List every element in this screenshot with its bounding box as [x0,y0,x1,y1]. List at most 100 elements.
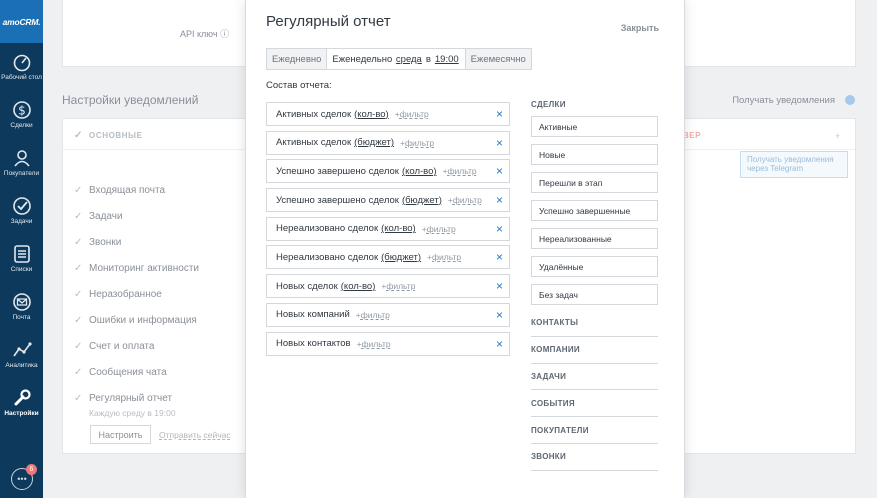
sidebar-item-analytics[interactable]: Аналитика [0,331,43,379]
send-now-link[interactable]: Отправить сейчас [159,430,231,440]
deal-chip[interactable]: Новые [531,144,658,165]
metric-select[interactable]: (кол-во) [341,281,376,292]
filter-link[interactable]: +фильтр [443,166,477,176]
notification-row[interactable]: ✓ Входящая почта [74,185,165,196]
row-label: Задачи [89,211,123,222]
telegram-hint[interactable]: Получать уведомления через Telegram [740,151,848,178]
deal-chip[interactable]: Без задач [531,284,658,305]
check-icon[interactable]: ✓ [74,289,89,300]
check-icon[interactable]: ✓ [74,130,89,141]
notifications-group-header: ✓ ОСНОВНЫЕ [74,130,143,141]
check-icon[interactable]: ✓ [74,237,89,248]
filter-link[interactable]: +фильтр [381,281,415,291]
deal-chip[interactable]: Активные [531,116,658,137]
plus-icon[interactable]: + [835,131,840,141]
setup-button[interactable]: Настроить [90,425,151,444]
sidebar-item-label: Рабочий стол [1,74,42,82]
remove-icon[interactable]: × [496,164,503,178]
notification-row[interactable]: ✓ Регулярный отчет [74,393,172,404]
remove-icon[interactable]: × [496,250,503,264]
deal-chip[interactable]: Удалённые [531,256,658,277]
check-icon[interactable]: ✓ [74,367,89,378]
remove-icon[interactable]: × [496,279,503,293]
weekly-in-label: в [425,53,431,65]
sidebar-item-lists[interactable]: Списки [0,235,43,283]
category-companies[interactable]: КОМПАНИИ [531,337,658,364]
notification-row[interactable]: ✓ Сообщения чата [74,367,167,378]
sidebar-item-deals[interactable]: $ Сделки [0,91,43,139]
metric-select[interactable]: (бюджет) [381,252,421,263]
customers-icon [13,150,30,167]
remove-icon[interactable]: × [496,107,503,121]
filter-link[interactable]: +фильтр [395,109,429,119]
chat-icon: ••• [17,474,27,484]
check-icon[interactable]: ✓ [74,341,89,352]
sidebar-item-settings[interactable]: Настройки [0,379,43,427]
report-item-label: Новых контактов [276,338,351,349]
regular-report-modal: Регулярный отчет Закрыть Ежедневно Ежене… [245,0,685,498]
metric-select[interactable]: (бюджет) [354,137,394,148]
modal-title: Регулярный отчет [266,13,391,30]
column-header-fragment: ВЕР [683,131,701,140]
sidebar: amoCRM. Рабочий стол $ Сделки Покупатели… [0,0,43,498]
check-icon[interactable]: ✓ [74,263,89,274]
metric-select[interactable]: (бюджет) [402,195,442,206]
remove-icon[interactable]: × [496,308,503,322]
report-item-label: Новых сделок [276,280,338,292]
notification-row[interactable]: ✓ Неразобранное [74,289,162,300]
report-item: Новых сделок (кол-во) +фильтр × [266,274,510,299]
remove-icon[interactable]: × [496,136,503,150]
category-calls[interactable]: ЗВОНКИ [531,444,658,471]
metric-select[interactable]: (кол-во) [402,166,437,177]
deal-chip[interactable]: Нереализованные [531,228,658,249]
filter-link[interactable]: +фильтр [400,138,434,148]
mail-icon [12,293,31,312]
filter-link[interactable]: +фильтр [356,310,390,320]
filter-link[interactable]: +фильтр [422,224,456,234]
notification-row[interactable]: ✓ Задачи [74,211,123,222]
available-items: СДЕЛКИ Активные Новые Перешли в этап Усп… [531,100,658,471]
sidebar-item-dashboard[interactable]: Рабочий стол [0,43,43,91]
receive-notifications-toggle[interactable] [845,95,855,105]
wrench-icon [14,389,31,406]
chat-button[interactable]: ••• 6 [11,464,37,490]
notification-row[interactable]: ✓ Звонки [74,237,121,248]
sidebar-item-label: Сделки [10,122,33,130]
deal-chip[interactable]: Перешли в этап [531,172,658,193]
metric-select[interactable]: (кол-во) [354,109,389,120]
sidebar-item-tasks[interactable]: Задачи [0,187,43,235]
filter-link[interactable]: +фильтр [427,252,461,262]
sidebar-item-mail[interactable]: Почта [0,283,43,331]
deals-category-title: СДЕЛКИ [531,100,566,109]
remove-icon[interactable]: × [496,337,503,351]
tab-daily[interactable]: Ежедневно [267,49,327,69]
close-button[interactable]: Закрыть [621,23,659,33]
check-icon[interactable]: ✓ [74,315,89,326]
api-key-label: API ключ ⓘ [180,29,230,39]
logo[interactable]: amoCRM. [0,0,43,43]
row-label: Счет и оплата [89,341,155,352]
deal-chip[interactable]: Успешно завершенные [531,200,658,221]
notification-row[interactable]: ✓ Мониторинг активности [74,263,199,274]
filter-link[interactable]: +фильтр [357,339,391,349]
remove-icon[interactable]: × [496,193,503,207]
check-icon[interactable]: ✓ [74,211,89,222]
time-select[interactable]: 19:00 [435,54,459,65]
category-contacts[interactable]: КОНТАКТЫ [531,310,658,337]
weekday-select[interactable]: среда [396,54,422,65]
category-customers[interactable]: ПОКУПАТЕЛИ [531,417,658,444]
remove-icon[interactable]: × [496,222,503,236]
category-events[interactable]: СОБЫТИЯ [531,390,658,418]
tab-weekly[interactable]: Еженедельно среда в 19:00 [326,49,466,69]
filter-link[interactable]: +фильтр [448,195,482,205]
report-item-label: Нереализовано сделок [276,251,379,263]
report-item-label: Успешно завершено сделок [276,165,399,177]
metric-select[interactable]: (кол-во) [381,223,416,234]
notification-row[interactable]: ✓ Ошибки и информация [74,315,197,326]
category-tasks[interactable]: ЗАДАЧИ [531,364,658,391]
sidebar-item-customers[interactable]: Покупатели [0,139,43,187]
notification-row[interactable]: ✓ Счет и оплата [74,341,154,352]
check-icon[interactable]: ✓ [74,393,89,404]
check-icon[interactable]: ✓ [74,185,89,196]
tab-monthly[interactable]: Ежемесячно [465,49,531,69]
